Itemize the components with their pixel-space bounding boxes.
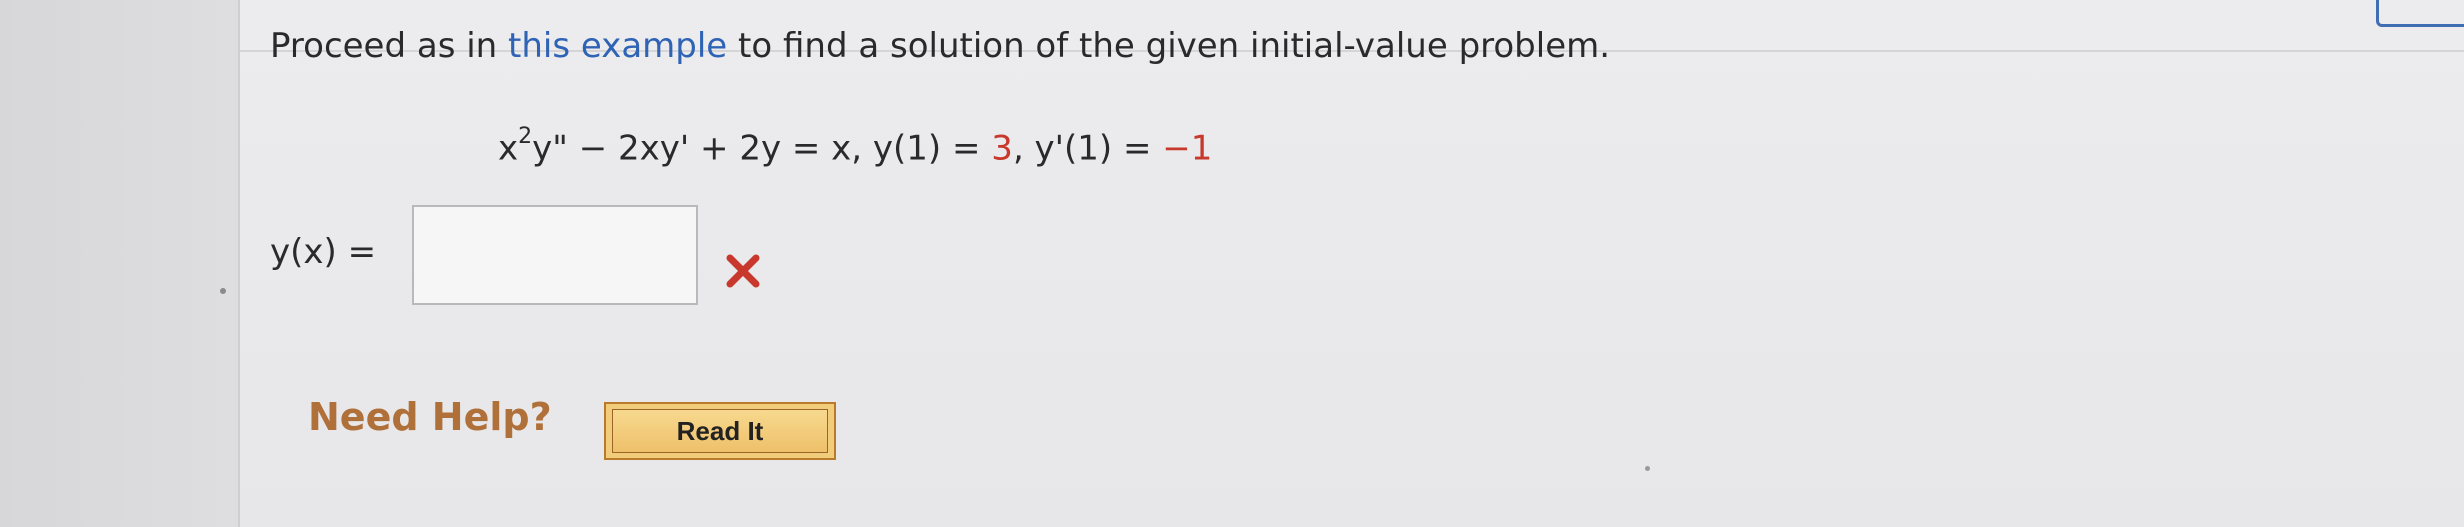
eq-part-deriv: , y'(1) = (1012, 128, 1163, 169)
eq-part-x: x (498, 128, 519, 169)
question-prefix: Proceed as in (270, 26, 509, 66)
need-help-label: Need Help? (308, 395, 552, 439)
question-text: Proceed as in this example to find a sol… (270, 26, 1610, 66)
initial-value-y: 3 (991, 128, 1013, 169)
question-suffix: to find a solution of the given initial-… (727, 26, 1611, 66)
initial-value-yprime: −1 (1162, 128, 1213, 169)
speck (1645, 466, 1650, 471)
left-gutter (0, 0, 240, 527)
differential-equation: x2y" − 2xy' + 2y = x, y(1) = 3, y'(1) = … (498, 124, 1213, 169)
corner-frame[interactable] (2376, 0, 2464, 27)
x-mark-icon (726, 254, 760, 288)
answer-label: y(x) = (270, 232, 377, 272)
read-it-button[interactable]: Read It (604, 402, 836, 460)
answer-input[interactable] (412, 205, 698, 305)
eq-exponent: 2 (518, 124, 533, 149)
example-link[interactable]: this example (508, 26, 727, 66)
read-it-button-label: Read It (612, 409, 828, 453)
eq-part-main: y" − 2xy' + 2y = x, y(1) = (532, 128, 992, 169)
gutter-dot (220, 288, 226, 294)
